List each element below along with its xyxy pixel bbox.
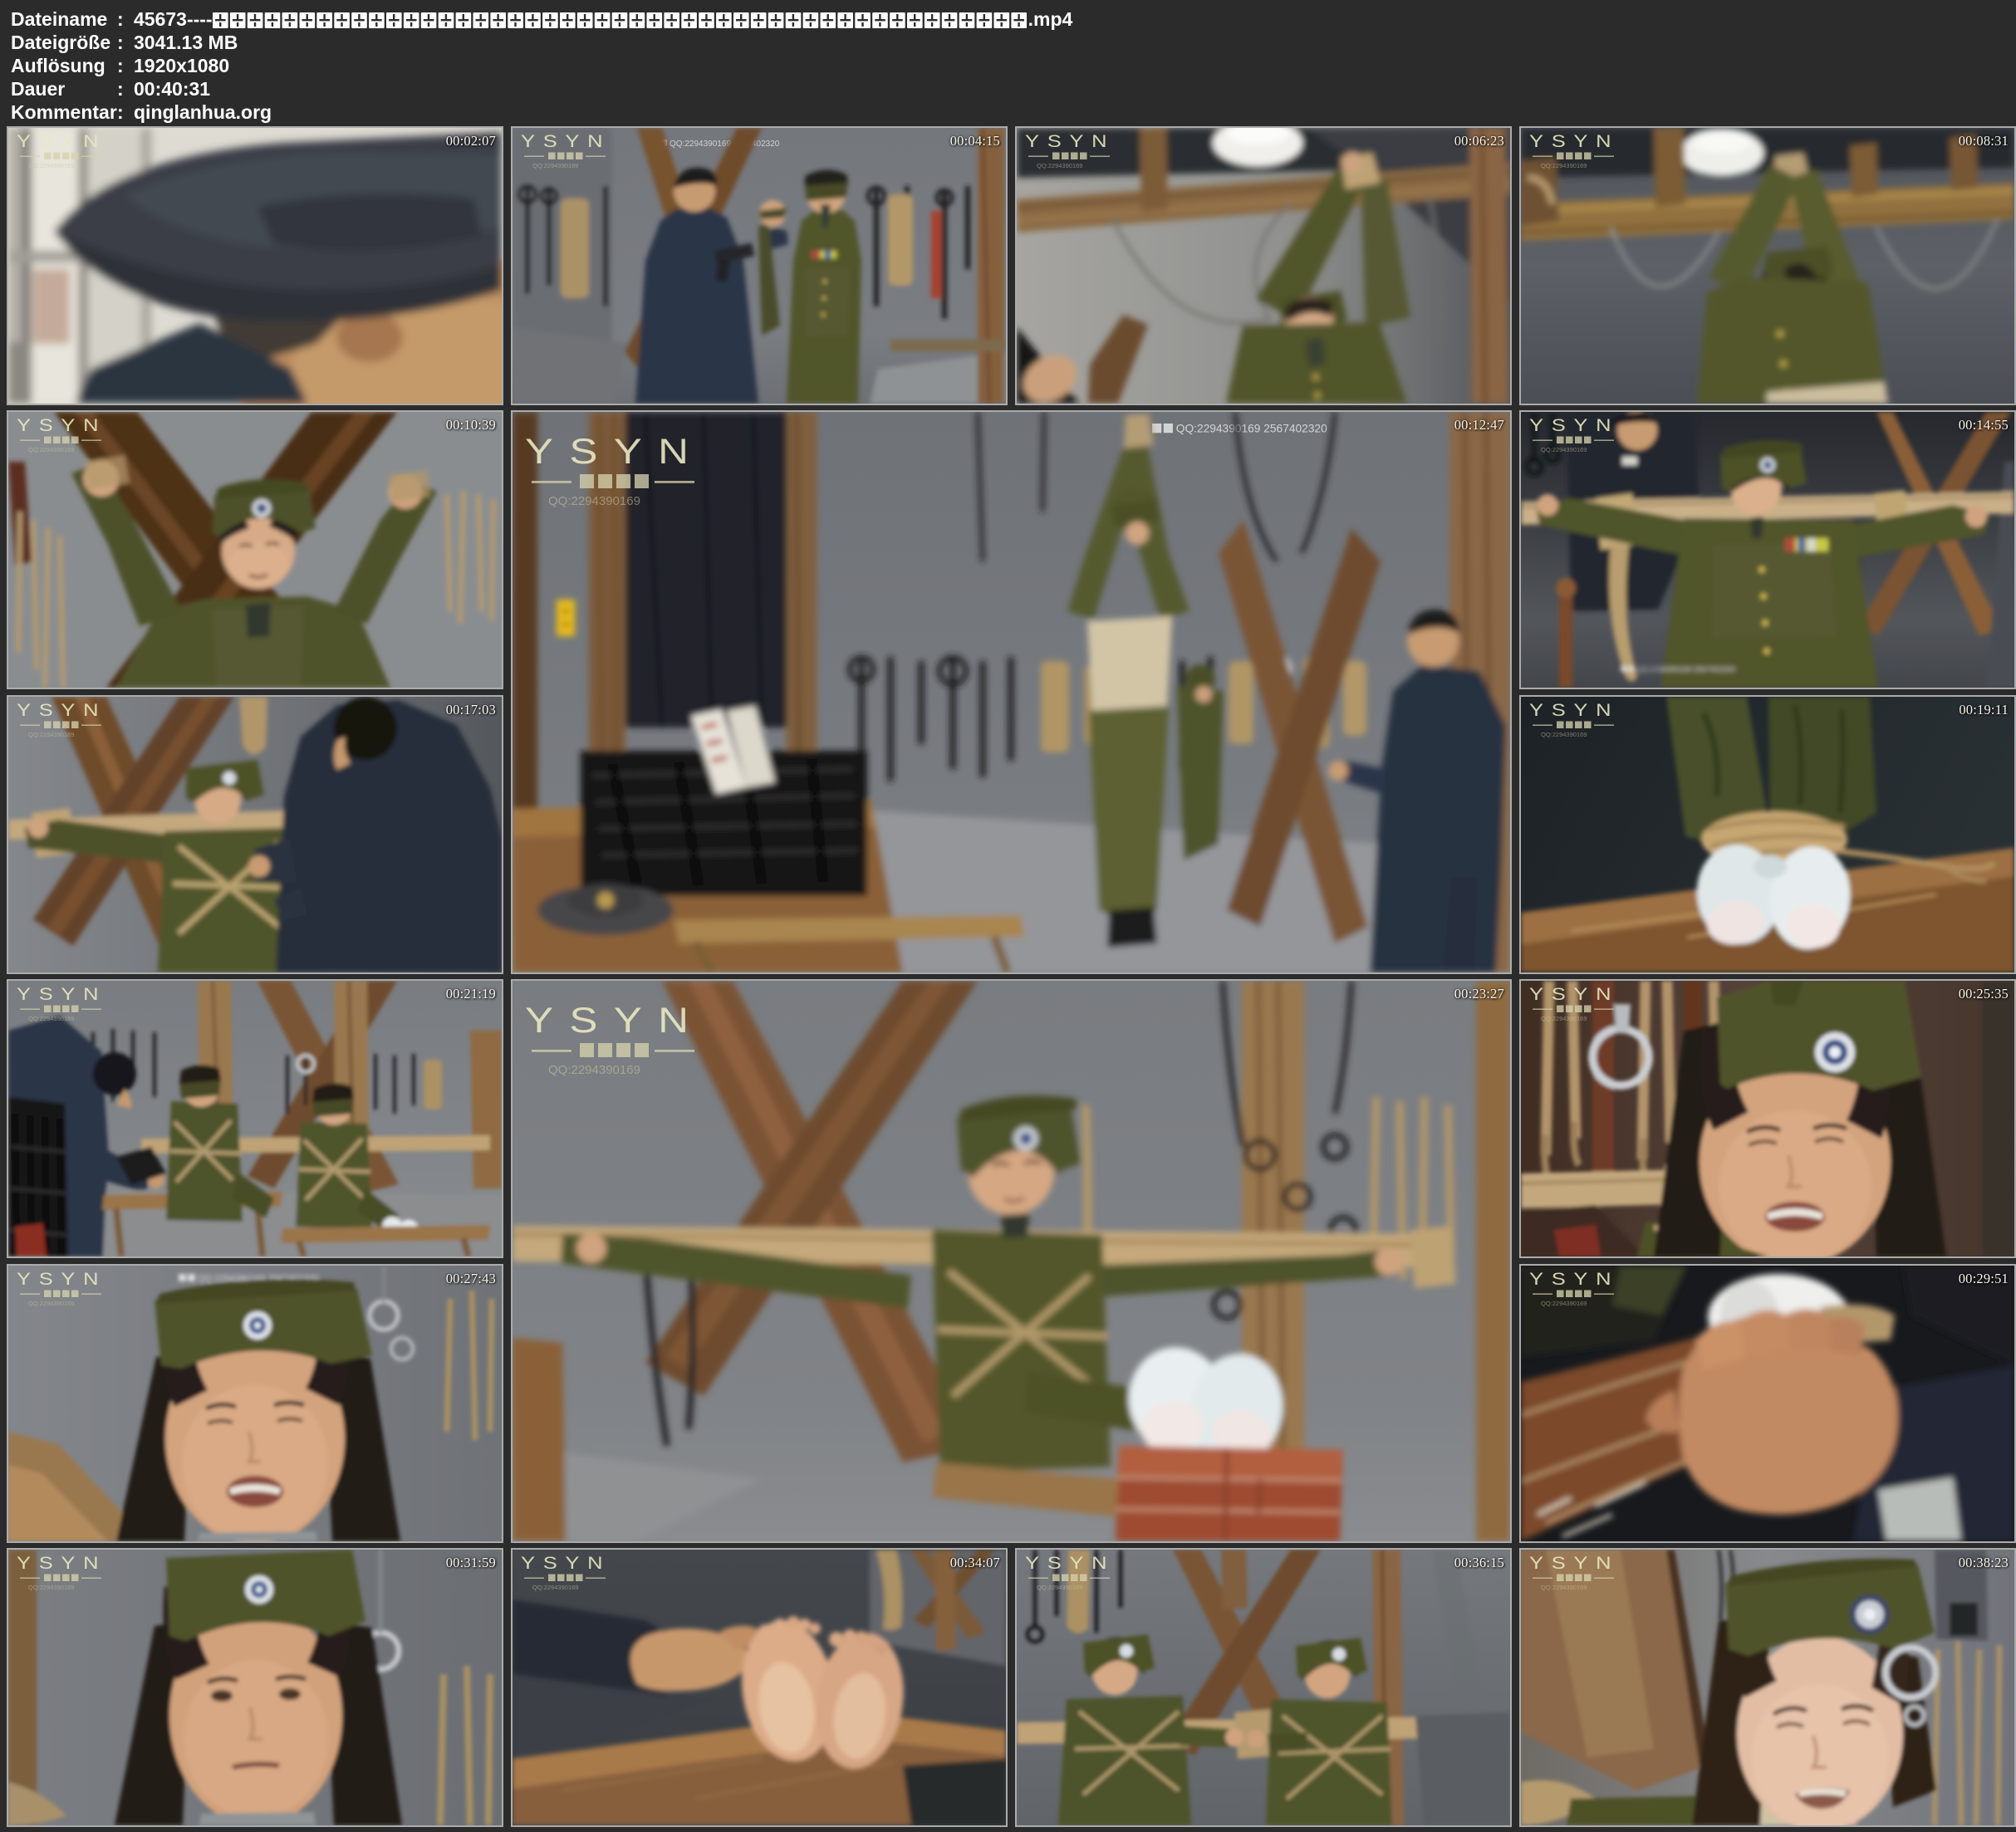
svg-text:QQ:2294390169: QQ:2294390169 <box>28 1300 74 1307</box>
svg-text:YSYN: YSYN <box>17 1269 106 1289</box>
svg-text:QQ:2294390169: QQ:2294390169 <box>1541 446 1587 453</box>
svg-text:QQ:2294390169: QQ:2294390169 <box>1037 162 1082 169</box>
svg-text:YSYN: YSYN <box>521 131 611 151</box>
svg-text:YSYN: YSYN <box>1529 415 1619 435</box>
svg-text:QQ:2294390169: QQ:2294390169 <box>532 162 578 169</box>
svg-text:QQ:2294390169: QQ:2294390169 <box>28 731 74 738</box>
svg-text:QQ:2294390169: QQ:2294390169 <box>1541 1584 1587 1591</box>
svg-text:QQ:2294390169: QQ:2294390169 <box>1541 731 1587 738</box>
svg-text:QQ:2294390169: QQ:2294390169 <box>28 1015 74 1022</box>
svg-text:QQ:2294390169: QQ:2294390169 <box>548 1063 640 1077</box>
svg-text:YSYN: YSYN <box>1529 700 1619 720</box>
svg-text:QQ:2294390169: QQ:2294390169 <box>532 1584 578 1591</box>
svg-text:YSYN: YSYN <box>521 1553 611 1573</box>
svg-text:YSYN: YSYN <box>17 984 106 1004</box>
svg-text:QQ:2294390169: QQ:2294390169 <box>1541 1015 1587 1022</box>
svg-text:YSYN: YSYN <box>17 131 106 151</box>
svg-text:QQ:2294390169: QQ:2294390169 <box>1037 1584 1082 1591</box>
svg-text:QQ:2294390169: QQ:2294390169 <box>28 162 74 169</box>
svg-text:YSYN: YSYN <box>17 700 106 720</box>
svg-text:YSYN: YSYN <box>17 1553 106 1573</box>
svg-text:YSYN: YSYN <box>1025 1553 1115 1573</box>
svg-text:YSYN: YSYN <box>1529 1553 1619 1573</box>
svg-text:QQ:2294390169: QQ:2294390169 <box>28 446 74 453</box>
svg-text:YSYN: YSYN <box>17 415 106 435</box>
svg-text:QQ:2294390169: QQ:2294390169 <box>1541 162 1587 169</box>
svg-text:QQ:2294390169: QQ:2294390169 <box>28 1584 74 1591</box>
svg-text:YSYN: YSYN <box>1529 131 1619 151</box>
svg-text:YSYN: YSYN <box>1529 1269 1619 1289</box>
svg-text:YSYN: YSYN <box>525 432 704 471</box>
svg-text:QQ:2294390169: QQ:2294390169 <box>548 494 640 508</box>
svg-text:YSYN: YSYN <box>1025 131 1115 151</box>
svg-text:YSYN: YSYN <box>525 1001 704 1040</box>
svg-text:YSYN: YSYN <box>1529 984 1619 1004</box>
svg-text:QQ:2294390169: QQ:2294390169 <box>1541 1300 1587 1307</box>
